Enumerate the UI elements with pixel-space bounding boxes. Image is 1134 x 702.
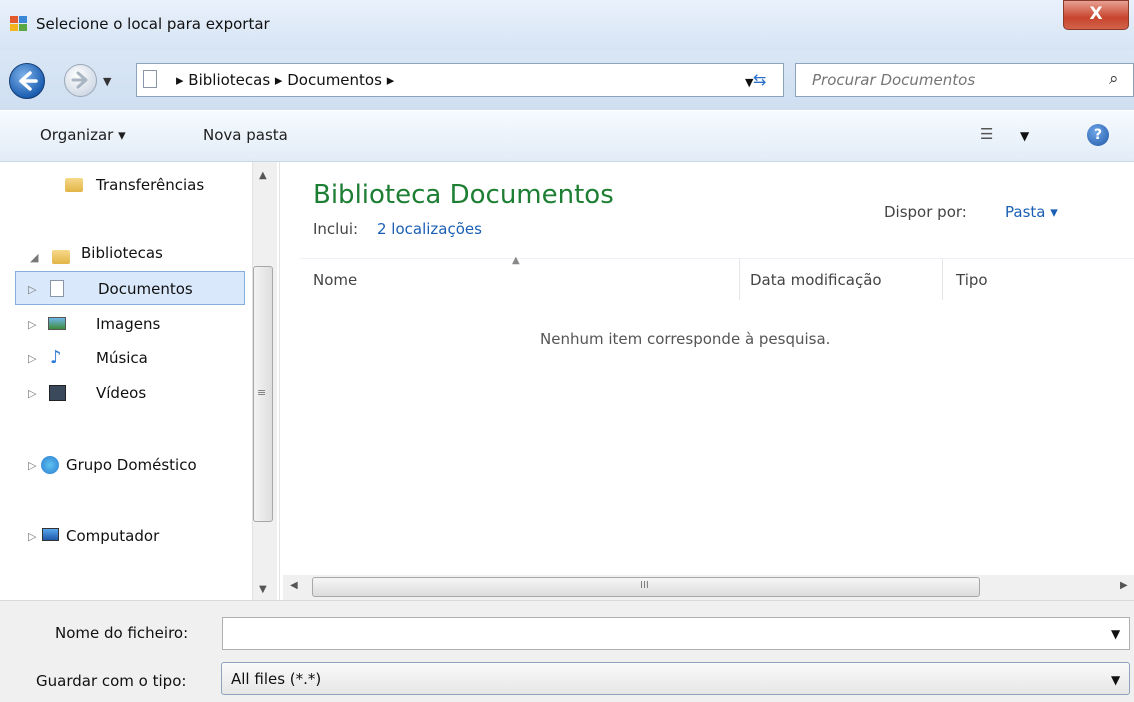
- sidebar-item-label: Documentos: [98, 280, 193, 298]
- column-header-date[interactable]: Data modificação: [750, 271, 882, 289]
- breadcrumb[interactable]: ▸ Bibliotecas ▸ Documentos ▸: [176, 71, 394, 89]
- help-icon[interactable]: ?: [1087, 124, 1109, 146]
- search-input[interactable]: [812, 71, 1082, 89]
- sidebar-item-label: Grupo Doméstico: [66, 456, 197, 474]
- includes-label: Inclui:: [313, 220, 359, 238]
- new-folder-button[interactable]: Nova pasta: [203, 126, 288, 144]
- sidebar-item-label: Música: [96, 349, 148, 367]
- documents-icon: [50, 280, 64, 297]
- expand-triangle-icon[interactable]: ▷: [28, 530, 36, 543]
- filename-label: Nome do ficheiro:: [55, 624, 189, 642]
- expand-triangle-icon[interactable]: ▷: [28, 318, 36, 331]
- app-icon: [10, 16, 28, 32]
- search-icon[interactable]: ⌕: [1109, 69, 1119, 89]
- filename-dropdown-icon[interactable]: ▼: [1111, 627, 1120, 641]
- music-icon: ♪: [50, 347, 62, 368]
- grip-icon: ≡: [257, 386, 267, 399]
- close-button[interactable]: X: [1063, 0, 1129, 30]
- scroll-right-icon[interactable]: ▶: [1120, 580, 1128, 591]
- filetype-select[interactable]: [221, 662, 1130, 695]
- sidebar-item-label: Transferências: [96, 176, 205, 194]
- sort-arrow-icon: ▲: [512, 255, 520, 266]
- computer-icon: [42, 528, 59, 541]
- column-header-type[interactable]: Tipo: [956, 271, 988, 289]
- column-header-row: [300, 258, 1134, 301]
- divider: [783, 63, 784, 97]
- filetype-label: Guardar com o tipo:: [36, 672, 187, 690]
- filetype-value: All files (*.*): [231, 670, 322, 688]
- window-title: Selecione o local para exportar: [36, 15, 270, 33]
- arrange-by-dropdown[interactable]: Pasta ▾: [1005, 203, 1058, 221]
- libraries-folder-icon: [52, 250, 70, 264]
- scroll-up-icon[interactable]: ▲: [259, 170, 267, 181]
- history-dropdown-icon[interactable]: ▼: [103, 75, 111, 88]
- library-title: Biblioteca Documentos: [313, 180, 614, 210]
- filetype-dropdown-icon[interactable]: ▼: [1111, 673, 1120, 687]
- expand-triangle-icon[interactable]: ▷: [28, 283, 36, 296]
- view-dropdown-icon[interactable]: ▼: [1020, 129, 1029, 143]
- includes-locations-link[interactable]: 2 localizações: [377, 220, 482, 238]
- view-options-icon[interactable]: ☰: [980, 125, 993, 143]
- forward-button[interactable]: [64, 64, 97, 97]
- scroll-down-icon[interactable]: ▼: [259, 584, 267, 595]
- column-divider[interactable]: [942, 258, 943, 300]
- sidebar-item-label: Imagens: [96, 315, 161, 333]
- grip-icon: III: [640, 580, 649, 591]
- command-bar: [0, 111, 1134, 162]
- videos-icon: [49, 385, 66, 401]
- downloads-folder-icon: [65, 178, 83, 192]
- filename-field[interactable]: [222, 617, 1130, 650]
- pictures-icon: [48, 317, 66, 330]
- scroll-left-icon[interactable]: ◀: [290, 580, 298, 591]
- sidebar-item-label: Bibliotecas: [81, 244, 163, 262]
- pane-divider: [279, 162, 280, 600]
- expand-triangle-icon[interactable]: ▷: [28, 459, 36, 472]
- arrange-by-label: Dispor por:: [884, 203, 967, 221]
- back-button[interactable]: [9, 63, 45, 99]
- expand-triangle-icon[interactable]: ▷: [28, 387, 36, 400]
- address-folder-icon: [143, 70, 157, 88]
- empty-message: Nenhum item corresponde à pesquisa.: [540, 330, 831, 348]
- homegroup-icon: [41, 456, 59, 474]
- collapse-triangle-icon[interactable]: ◢: [30, 251, 38, 264]
- expand-triangle-icon[interactable]: ▷: [28, 352, 36, 365]
- organize-button[interactable]: Organizar ▾: [40, 126, 126, 144]
- sidebar-item-label: Vídeos: [96, 384, 147, 402]
- sidebar-item-label: Computador: [66, 527, 160, 545]
- refresh-icon[interactable]: ⇆: [753, 70, 766, 89]
- column-header-name[interactable]: Nome: [313, 271, 357, 289]
- column-divider[interactable]: [739, 258, 740, 300]
